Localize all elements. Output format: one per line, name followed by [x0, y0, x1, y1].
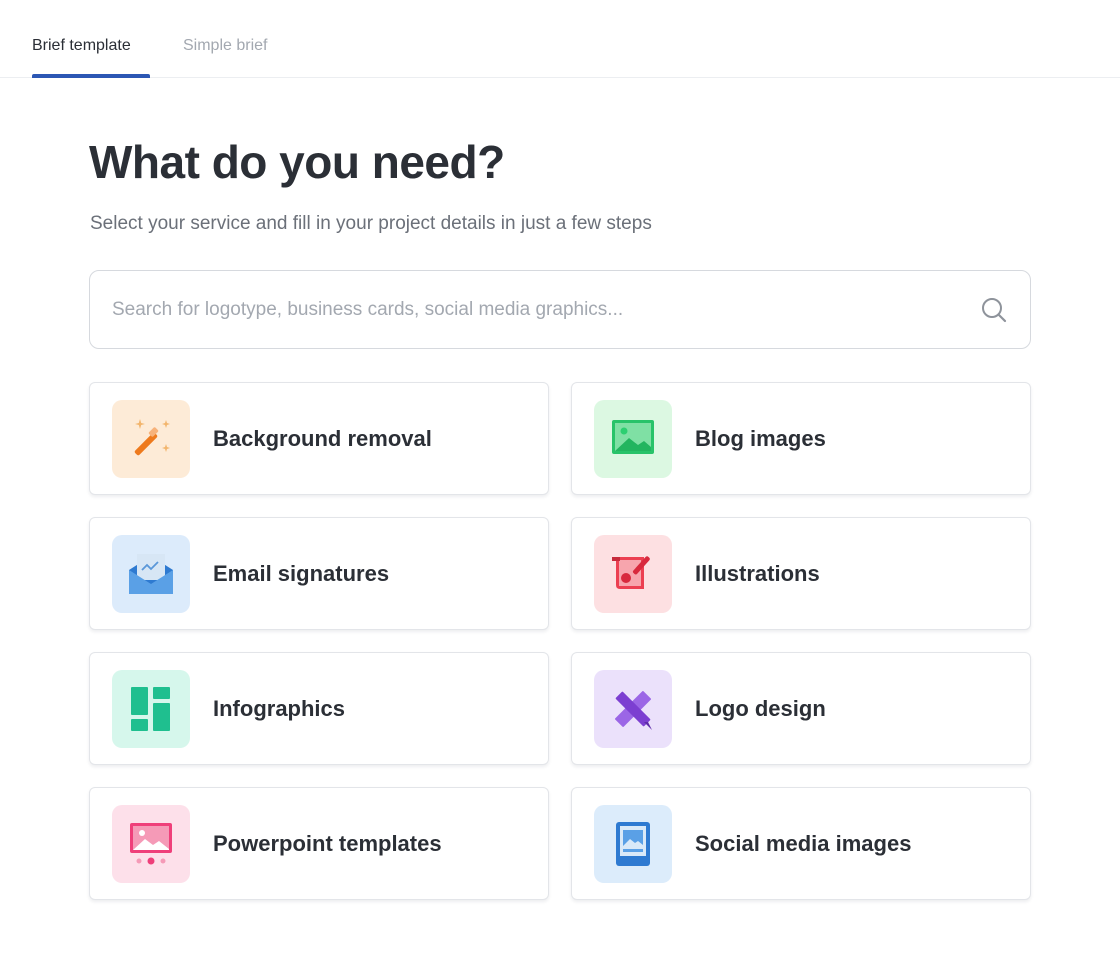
image-icon — [594, 400, 672, 478]
illustration-brush-icon — [594, 535, 672, 613]
service-label: Email signatures — [213, 560, 390, 586]
service-label: Powerpoint templates — [213, 830, 442, 856]
search-icon[interactable] — [980, 296, 1008, 324]
page-title: What do you need? — [89, 136, 505, 188]
service-label: Illustrations — [695, 560, 820, 586]
tab-bar: Brief template Simple brief — [0, 0, 1120, 78]
envelope-icon — [112, 535, 190, 613]
service-grid: Background removal Blog images Email sig… — [89, 382, 1031, 900]
service-card-powerpoint-templates[interactable]: Powerpoint templates — [89, 787, 549, 900]
presentation-icon — [112, 805, 190, 883]
service-card-illustrations[interactable]: Illustrations — [571, 517, 1031, 630]
service-card-blog-images[interactable]: Blog images — [571, 382, 1031, 495]
tab-simple-brief[interactable]: Simple brief — [183, 36, 267, 56]
service-card-email-signatures[interactable]: Email signatures — [89, 517, 549, 630]
magic-wand-icon — [112, 400, 190, 478]
service-card-social-media-images[interactable]: Social media images — [571, 787, 1031, 900]
search-input[interactable] — [112, 271, 972, 348]
service-label: Blog images — [695, 425, 826, 451]
ruler-pencil-icon — [594, 670, 672, 748]
active-tab-indicator — [32, 74, 150, 78]
service-label: Infographics — [213, 695, 346, 721]
service-label: Background removal — [213, 425, 432, 451]
search-box[interactable] — [89, 270, 1031, 349]
tab-brief-template[interactable]: Brief template — [32, 36, 131, 56]
page-subtitle: Select your service and fill in your pro… — [90, 213, 652, 234]
service-card-logo-design[interactable]: Logo design — [571, 652, 1031, 765]
layout-blocks-icon — [112, 670, 190, 748]
service-label: Logo design — [695, 695, 826, 721]
phone-photo-icon — [594, 805, 672, 883]
service-card-background-removal[interactable]: Background removal — [89, 382, 549, 495]
service-label: Social media images — [695, 830, 912, 856]
service-card-infographics[interactable]: Infographics — [89, 652, 549, 765]
